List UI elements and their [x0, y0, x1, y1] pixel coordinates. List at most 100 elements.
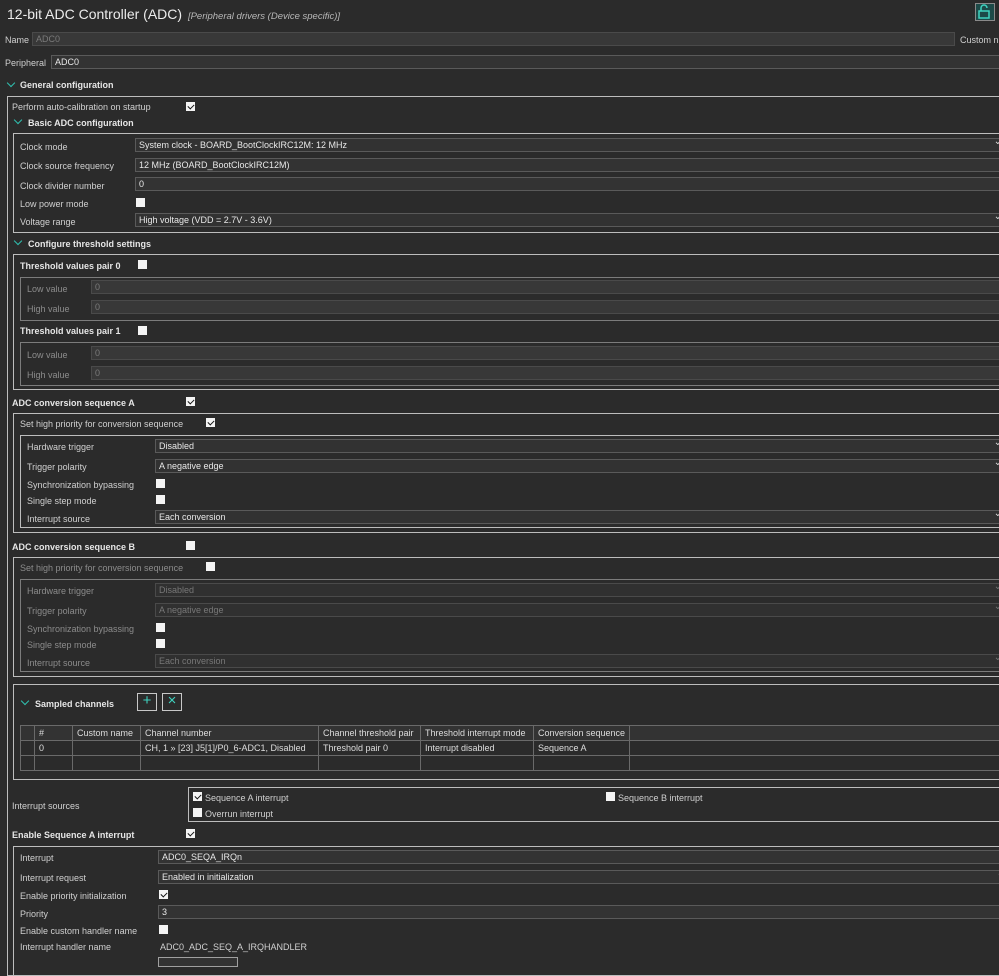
seqA-sync-checkbox[interactable]: [156, 479, 165, 488]
clock-mode-label: Clock mode: [20, 142, 68, 152]
prio-init-label: Enable priority initialization: [20, 891, 127, 901]
empty-cell: [141, 756, 319, 771]
peripheral-select[interactable]: ADC0: [51, 55, 999, 69]
interrupt-field[interactable]: ADC0_SEQA_IRQn: [158, 850, 999, 864]
priority-input[interactable]: 3: [158, 905, 999, 919]
pair0-low-label: Low value: [27, 284, 68, 294]
interrupt-label: Interrupt: [20, 853, 54, 863]
voltage-select[interactable]: High voltage (VDD = 2.7V - 3.6V): [135, 213, 999, 227]
seqA-int-src-select[interactable]: Each conversion: [155, 510, 999, 524]
empty-cell: [630, 756, 999, 771]
seqB-interrupt-label: Sequence B interrupt: [618, 793, 703, 803]
col-num[interactable]: #: [35, 726, 73, 741]
handler-button[interactable]: [158, 957, 238, 967]
seqB-sync-checkbox[interactable]: [156, 623, 165, 632]
seqB-interrupt-checkbox[interactable]: [606, 792, 615, 801]
cell-custom[interactable]: [73, 741, 141, 756]
seqA-int-src-label: Interrupt source: [27, 514, 90, 524]
priority-label: Priority: [20, 909, 48, 919]
seqA-interrupt-checkbox[interactable]: [193, 792, 202, 801]
name-input[interactable]: ADC0: [32, 32, 955, 46]
pair0-high-input[interactable]: 0: [91, 300, 999, 314]
seqB-hw-trigger-select[interactable]: Disabled: [155, 583, 999, 597]
seqA-label: ADC conversion sequence A: [12, 398, 135, 408]
threshold-title[interactable]: Configure threshold settings: [28, 239, 151, 249]
seqB-label: ADC conversion sequence B: [12, 542, 135, 552]
seqA-hw-trigger-label: Hardware trigger: [27, 442, 94, 452]
channels-table: # Custom name Channel number Channel thr…: [20, 725, 999, 771]
plus-icon[interactable]: +: [137, 693, 157, 711]
seqB-sync-label: Synchronization bypassing: [27, 624, 134, 634]
seqB-prio-checkbox[interactable]: [206, 562, 215, 571]
voltage-label: Voltage range: [20, 217, 76, 227]
seqB-single-label: Single step mode: [27, 640, 97, 650]
seqB-int-src-select[interactable]: Each conversion: [155, 654, 999, 668]
title-text: 12-bit ADC Controller (ADC): [7, 6, 182, 22]
overrun-interrupt-checkbox[interactable]: [193, 808, 202, 817]
cell-num[interactable]: 0: [35, 741, 73, 756]
pair1-checkbox[interactable]: [138, 326, 147, 335]
col-custom-name[interactable]: Custom name: [73, 726, 141, 741]
seqB-polarity-select[interactable]: A negative edge: [155, 603, 999, 617]
general-config-title[interactable]: General configuration: [20, 80, 114, 90]
clock-mode-select[interactable]: System clock - BOARD_BootClockIRC12M: 12…: [135, 138, 999, 152]
channels-title[interactable]: Sampled channels: [35, 699, 114, 709]
seqAint-checkbox[interactable]: [186, 829, 195, 838]
interrupt-request-select[interactable]: Enabled in initialization: [158, 870, 999, 884]
seqA-polarity-select[interactable]: A negative edge: [155, 459, 999, 473]
cell-filler: [630, 741, 999, 756]
seqA-hw-trigger-select[interactable]: Disabled: [155, 439, 999, 453]
col-filler: [630, 726, 999, 741]
empty-cell: [421, 756, 534, 771]
seqA-prio-label: Set high priority for conversion sequenc…: [20, 419, 183, 429]
empty-cell: [21, 756, 35, 771]
seqA-single-checkbox[interactable]: [156, 495, 165, 504]
seqAint-label: Enable Sequence A interrupt: [12, 830, 134, 840]
autocal-checkbox[interactable]: [186, 102, 195, 111]
col-conversion-seq[interactable]: Conversion sequence: [534, 726, 630, 741]
peripheral-label: Peripheral: [5, 58, 46, 68]
custom-handler-checkbox[interactable]: [159, 925, 168, 934]
empty-cell: [319, 756, 421, 771]
pair1-low-label: Low value: [27, 350, 68, 360]
cell-mode[interactable]: Interrupt disabled: [421, 741, 534, 756]
seqA-interrupt-label: Sequence A interrupt: [205, 793, 289, 803]
row-marker: [21, 741, 35, 756]
seqB-checkbox[interactable]: [186, 541, 195, 550]
empty-cell: [73, 756, 141, 771]
chevron-down-icon[interactable]: [7, 79, 15, 87]
pair0-low-input[interactable]: 0: [91, 280, 999, 294]
custom-name-label: Custom n: [960, 35, 999, 45]
page-title: 12-bit ADC Controller (ADC) [Peripheral …: [7, 6, 340, 22]
close-icon[interactable]: ×: [162, 693, 182, 711]
cell-pair[interactable]: Threshold pair 0: [319, 741, 421, 756]
cell-seq[interactable]: Sequence A: [534, 741, 630, 756]
low-power-label: Low power mode: [20, 199, 89, 209]
interrupt-sources-frame: [188, 787, 999, 822]
seqA-prio-checkbox[interactable]: [206, 418, 215, 427]
handler-name-value: ADC0_ADC_SEQ_A_IRQHANDLER: [160, 942, 307, 952]
pair1-high-input[interactable]: 0: [91, 366, 999, 380]
seqB-int-src-label: Interrupt source: [27, 658, 90, 668]
col-threshold-pair[interactable]: Channel threshold pair: [319, 726, 421, 741]
table-header-row: # Custom name Channel number Channel thr…: [21, 726, 999, 741]
low-power-checkbox[interactable]: [136, 198, 145, 207]
unlock-icon[interactable]: [975, 3, 995, 21]
pair1-low-input[interactable]: 0: [91, 346, 999, 360]
clock-div-input[interactable]: 0: [135, 177, 999, 191]
table-row[interactable]: 0 CH, 1 » [23] J5[1]/P0_6-ADC1, Disabled…: [21, 741, 999, 756]
seqB-single-checkbox[interactable]: [156, 639, 165, 648]
basic-adc-title[interactable]: Basic ADC configuration: [28, 118, 134, 128]
prio-init-checkbox[interactable]: [159, 890, 168, 899]
pair0-checkbox[interactable]: [138, 260, 147, 269]
col-channel-number[interactable]: Channel number: [141, 726, 319, 741]
cell-channel[interactable]: CH, 1 » [23] J5[1]/P0_6-ADC1, Disabled: [141, 741, 319, 756]
seqA-sync-label: Synchronization bypassing: [27, 480, 134, 490]
col-empty: [21, 726, 35, 741]
seqA-checkbox[interactable]: [186, 397, 195, 406]
seqB-prio-label: Set high priority for conversion sequenc…: [20, 563, 183, 573]
empty-cell: [35, 756, 73, 771]
col-threshold-mode[interactable]: Threshold interrupt mode: [421, 726, 534, 741]
clock-freq-field[interactable]: 12 MHz (BOARD_BootClockIRC12M): [135, 158, 999, 172]
clock-div-label: Clock divider number: [20, 181, 105, 191]
